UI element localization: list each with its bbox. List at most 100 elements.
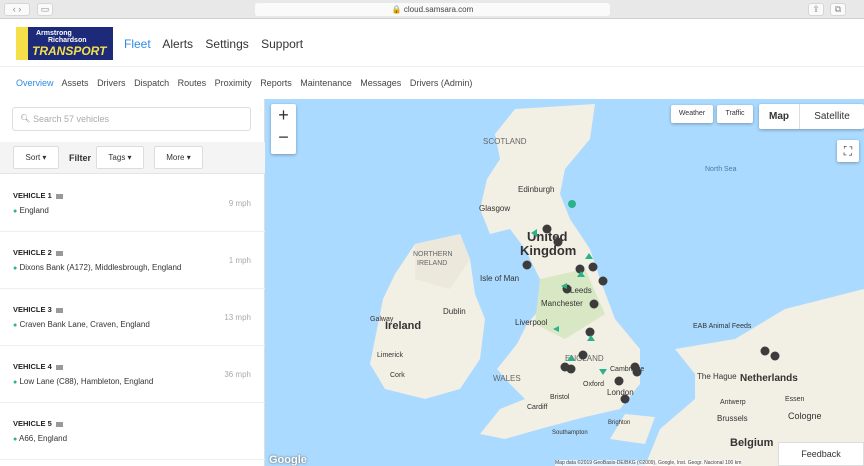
label-galway: Galway [370,316,394,323]
label-southampton: Southampton [552,430,588,436]
vehicle-marker[interactable] [585,327,595,337]
vehicle-marker[interactable] [588,262,598,272]
vehicle-row[interactable]: VEHICLE 3 ● Craven Bank Lane, Craven, En… [0,289,265,346]
label-scotland: SCOTLAND [483,137,527,146]
logo-line3: TRANSPORT [32,44,107,58]
vehicle-row[interactable]: VEHICLE 5 ● A66, England [0,403,265,460]
company-logo[interactable]: Armstrong Richardson TRANSPORT [16,27,113,60]
fleet-map[interactable]: SCOTLAND Edinburgh Glasgow United Kingdo… [265,99,864,466]
feedback-button[interactable]: Feedback [778,442,864,466]
weather-button[interactable]: Weather [671,105,713,123]
search-placeholder: Search 57 vehicles [33,114,110,124]
vehicle-marker[interactable] [522,260,532,270]
location-pin-icon: ● [13,322,18,329]
map-type-satellite[interactable]: Satellite [799,104,864,129]
sub-nav: Overview Assets Drivers Dispatch Routes … [16,78,478,88]
kent-land [610,414,655,444]
location-pin-icon: ● [13,436,18,443]
filter-label: Filter [69,153,92,163]
label-essen: Essen [785,396,805,403]
vehicle-speed: 9 mph [228,199,251,208]
tags-label: Tags [108,153,126,162]
label-dublin: Dublin [443,307,466,316]
zoom-controls: + − [271,104,296,154]
more-button[interactable]: More ▾ [154,146,203,169]
address-bar[interactable]: 🔒 cloud.samsara.com [255,3,610,16]
label-brussels: Brussels [717,414,748,423]
vehicle-row[interactable]: VEHICLE 1 ● England 9 mph [0,175,265,232]
nav-alerts[interactable]: Alerts [162,37,193,51]
vehicle-location: A66, England [19,434,68,443]
vehicle-marker[interactable] [598,276,608,286]
vehicle-marker[interactable] [542,224,552,234]
label-wales: WALES [493,374,521,383]
vehicle-marker[interactable] [620,394,630,404]
vehicle-location: Dixons Bank (A172), Middlesbrough, Engla… [19,263,182,272]
tab-routes[interactable]: Routes [178,78,207,88]
tags-button[interactable]: Tags ▾ [96,146,144,169]
nav-fleet[interactable]: Fleet [124,37,151,51]
vehicle-marker[interactable] [578,350,588,360]
search-icon: 🔍︎ [20,114,31,123]
app-header: Armstrong Richardson TRANSPORT Fleet Ale… [0,19,864,67]
camera-icon [55,250,63,256]
tab-drivers-admin[interactable]: Drivers (Admin) [410,78,473,88]
vehicle-marker-moving[interactable] [568,200,576,208]
sidebar-toggle-icon[interactable]: ▭ [37,3,53,16]
nav-settings[interactable]: Settings [205,37,248,51]
label-eab-animal-feeds: EAB Animal Feeds [693,323,752,330]
label-liverpool: Liverpool [515,318,548,327]
vehicle-marker[interactable] [566,364,576,374]
vehicle-speed: 1 mph [228,256,251,265]
tab-drivers[interactable]: Drivers [97,78,126,88]
tab-overview[interactable]: Overview [16,78,54,88]
top-nav: Fleet Alerts Settings Support [124,37,312,51]
vehicle-name: VEHICLE 1 [13,191,52,200]
vehicle-marker[interactable] [632,367,642,377]
label-cork: Cork [390,372,405,379]
vehicle-marker[interactable] [575,264,585,274]
vehicle-name: VEHICLE 4 [13,362,52,371]
label-brighton: Brighton [608,420,630,426]
tab-dispatch[interactable]: Dispatch [134,78,169,88]
search-input[interactable]: 🔍︎ Search 57 vehicles [12,107,251,131]
camera-icon [55,193,63,199]
location-pin-icon: ● [13,379,18,386]
location-pin-icon: ● [13,208,18,215]
label-leeds: Leeds [570,286,592,295]
label-the-hague: The Hague [697,372,737,381]
zoom-out-button[interactable]: − [271,126,296,148]
vehicle-row[interactable]: VEHICLE 4 ● Low Lane (C88), Hambleton, E… [0,346,265,403]
vehicle-sidebar: 🔍︎ Search 57 vehicles Sort ▾ Filter Tags… [0,99,265,466]
vehicle-marker[interactable] [614,376,624,386]
vehicle-marker[interactable] [760,346,770,356]
vehicle-speed: 36 mph [224,370,251,379]
tab-reports[interactable]: Reports [260,78,292,88]
traffic-button[interactable]: Traffic [717,105,753,123]
tabs-icon[interactable]: ⧉ [830,3,846,16]
tab-maintenance[interactable]: Maintenance [300,78,352,88]
tab-proximity[interactable]: Proximity [215,78,252,88]
logo-line1: Armstrong [36,30,72,37]
back-forward-buttons[interactable]: ‹ › [4,3,30,16]
zoom-in-button[interactable]: + [271,104,296,126]
vehicle-location: Low Lane (C88), Hambleton, England [19,377,154,386]
share-icon[interactable]: ⇪ [808,3,824,16]
fullscreen-icon[interactable]: ⛶ [837,140,859,162]
tab-messages[interactable]: Messages [360,78,401,88]
google-logo: Google [269,454,307,466]
map-attribution: Map data ©2019 GeoBasis-DE/BKG (©2009), … [555,460,742,466]
camera-icon [55,307,63,313]
label-antwerp: Antwerp [720,399,746,406]
nav-support[interactable]: Support [261,37,303,51]
vehicle-marker[interactable] [553,237,563,247]
url-text: cloud.samsara.com [403,5,474,14]
tab-assets[interactable]: Assets [62,78,89,88]
sort-button[interactable]: Sort ▾ [13,146,59,169]
vehicle-marker[interactable] [770,351,780,361]
vehicle-name: VEHICLE 3 [13,305,52,314]
filter-bar: Sort ▾ Filter Tags ▾ More ▾ [0,142,265,174]
map-type-map[interactable]: Map [759,104,799,129]
vehicle-marker[interactable] [589,299,599,309]
vehicle-row[interactable]: VEHICLE 2 ● Dixons Bank (A172), Middlesb… [0,232,265,289]
